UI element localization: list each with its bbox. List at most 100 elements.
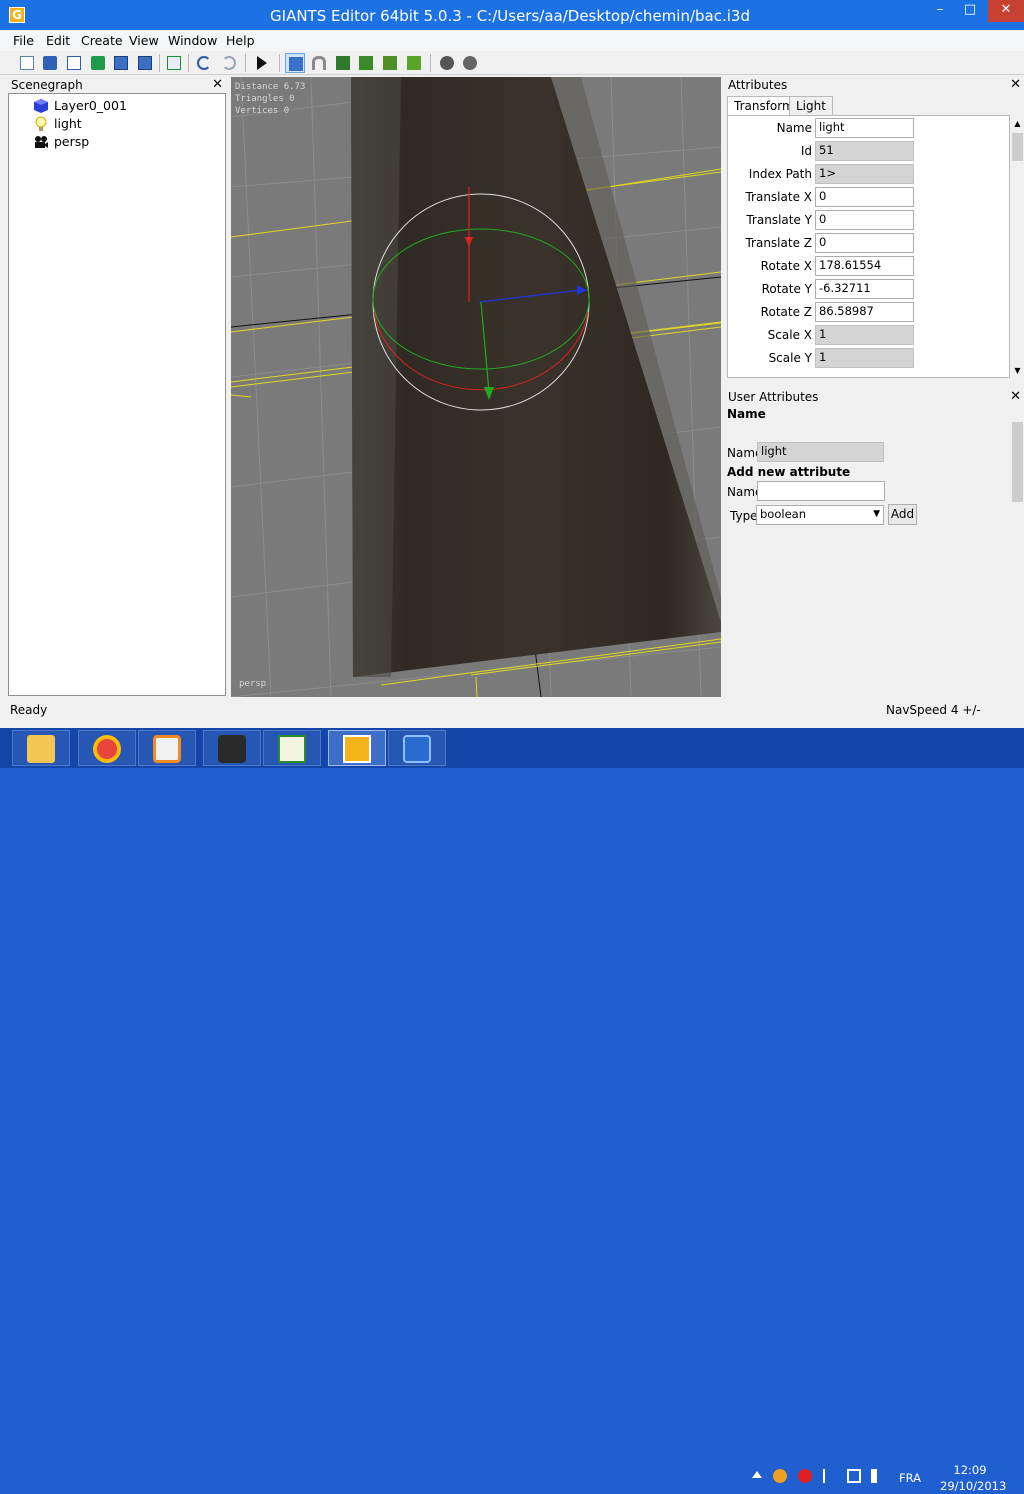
attr-field-rotate-x[interactable]: 178.61554 (815, 256, 914, 276)
toolbar (0, 51, 1024, 75)
attributes-header: Attributes ✕ (725, 77, 1024, 93)
application-window: G GIANTS Editor 64bit 5.0.3 - C:/Users/a… (0, 0, 1024, 728)
terrain-paint-icon (359, 56, 373, 70)
attr-field-translate-y[interactable]: 0 (815, 210, 914, 230)
new-attr-type-select[interactable]: boolean ▼ (756, 505, 884, 525)
cube-icon (34, 99, 48, 113)
taskbar-media-player-button[interactable] (138, 730, 196, 766)
grass-button[interactable] (404, 53, 424, 73)
input-language-indicator[interactable]: FRA (880, 1470, 940, 1486)
blue-app-icon (403, 735, 431, 763)
windows-taskbar: FRA 12:09 29/10/2013 (0, 728, 1024, 1493)
network-icon[interactable] (847, 1469, 861, 1483)
user-attributes-header: User Attributes ✕ (725, 389, 1024, 405)
tree-item-persp[interactable]: persp (54, 134, 89, 150)
tree-item-light[interactable]: light (54, 116, 82, 132)
menu-view[interactable]: View (129, 33, 159, 48)
action-center-flag-icon[interactable] (823, 1469, 837, 1483)
viewport-camera-name: persp (239, 679, 267, 689)
taskbar-editor-button[interactable] (263, 730, 321, 766)
save-as-button[interactable] (135, 53, 155, 73)
user-attributes-close-button[interactable]: ✕ (1010, 389, 1021, 405)
taskbar-explorer-button[interactable] (12, 730, 70, 766)
attr-label-scale-y: Scale Y (768, 351, 812, 365)
title-bar: G GIANTS Editor 64bit 5.0.3 - C:/Users/a… (0, 0, 1024, 30)
close-button[interactable]: ✕ (988, 0, 1024, 22)
menu-window[interactable]: Window (168, 33, 217, 48)
taskbar-app-button[interactable] (203, 730, 261, 766)
document-icon (67, 56, 81, 70)
magnet-button[interactable] (309, 53, 329, 73)
import-button[interactable] (164, 53, 184, 73)
attr-field-translate-x[interactable]: 0 (815, 187, 914, 207)
scenegraph-tree[interactable]: Layer0_001 light persp (8, 93, 226, 696)
undo-icon (197, 56, 211, 70)
foliage-button[interactable] (380, 53, 400, 73)
tree-item-layer[interactable]: Layer0_001 (54, 98, 127, 114)
toolbar-separator (159, 54, 160, 72)
status-text: Ready (10, 703, 48, 717)
material-remove-button[interactable] (460, 53, 480, 73)
folder-icon (27, 735, 55, 763)
window-title: GIANTS Editor 64bit 5.0.3 - C:/Users/aa/… (270, 7, 750, 25)
scenegraph-header: Scenegraph ✕ (8, 77, 226, 93)
attr-field-translate-z[interactable]: 0 (815, 233, 914, 253)
avast-tray-icon[interactable] (773, 1469, 787, 1483)
stat-triangles: Triangles 0 (235, 94, 295, 104)
minimize-button[interactable]: – (925, 0, 955, 22)
play-button[interactable] (254, 53, 274, 73)
status-bar: Ready NavSpeed 4 +/- (0, 700, 1024, 720)
menu-edit[interactable]: Edit (46, 33, 70, 48)
save-button[interactable] (111, 53, 131, 73)
scroll-up-arrow-icon[interactable]: ▲ (1012, 119, 1023, 129)
attr-field-scale-x: 1 (815, 325, 914, 345)
attr-field-name[interactable]: light (815, 118, 914, 138)
clock-time: 12:09 (953, 1463, 987, 1477)
viewport-scene (231, 77, 721, 697)
lightbulb-icon (35, 116, 47, 131)
new-attr-type-label: Type (730, 509, 758, 523)
material-button[interactable] (437, 53, 457, 73)
taskbar-chrome-button[interactable] (78, 730, 136, 766)
red-tray-icon[interactable] (798, 1469, 812, 1483)
menu-create[interactable]: Create (81, 33, 123, 48)
terrain-sculpt-button[interactable] (333, 53, 353, 73)
menu-file[interactable]: File (13, 33, 34, 48)
maximize-button[interactable]: □ (955, 0, 985, 22)
undo-button[interactable] (194, 53, 214, 73)
attributes-scroll-thumb[interactable] (1012, 133, 1023, 161)
open-file-button[interactable] (40, 53, 60, 73)
taskbar-clock[interactable]: 12:09 29/10/2013 (940, 1462, 1006, 1494)
folder-open-icon (43, 56, 57, 70)
select-mode-button[interactable] (285, 53, 305, 73)
save-icon (114, 56, 128, 70)
show-hidden-icons-icon[interactable] (752, 1471, 762, 1478)
toolbar-separator (188, 54, 189, 72)
attributes-close-button[interactable]: ✕ (1010, 77, 1021, 93)
3d-viewport[interactable]: Distance 6.73 Triangles 0 Vertices 0 per… (231, 77, 721, 697)
redo-button[interactable] (219, 53, 239, 73)
taskbar-giants-editor-button[interactable] (328, 730, 386, 766)
new-file-button[interactable] (17, 53, 37, 73)
save-as-icon (138, 56, 152, 70)
scroll-down-arrow-icon[interactable]: ▼ (1012, 366, 1023, 376)
attr-field-index-path: 1> (815, 164, 914, 184)
attributes-title: Attributes (728, 78, 788, 92)
add-attribute-button[interactable]: Add (888, 504, 917, 525)
terrain-paint-button[interactable] (356, 53, 376, 73)
attr-field-rotate-z[interactable]: 86.58987 (815, 302, 914, 322)
attr-field-rotate-y[interactable]: -6.32711 (815, 279, 914, 299)
attributes-scrollbar[interactable]: ▲ ▼ (1011, 117, 1024, 378)
giants-app-icon[interactable]: G (9, 7, 25, 23)
reload-button[interactable] (88, 53, 108, 73)
scenegraph-close-button[interactable]: ✕ (212, 77, 223, 93)
new-attr-name-input[interactable] (757, 481, 885, 501)
document-button[interactable] (64, 53, 84, 73)
user-attributes-scrollbar[interactable] (1011, 406, 1024, 695)
attr-label-id: Id (800, 144, 812, 158)
tab-light[interactable]: Light (789, 96, 833, 116)
user-attributes-scroll-thumb[interactable] (1012, 422, 1023, 502)
taskbar-blue-app-button[interactable] (388, 730, 446, 766)
user-attributes-title: User Attributes (728, 390, 819, 404)
menu-help[interactable]: Help (226, 33, 255, 48)
